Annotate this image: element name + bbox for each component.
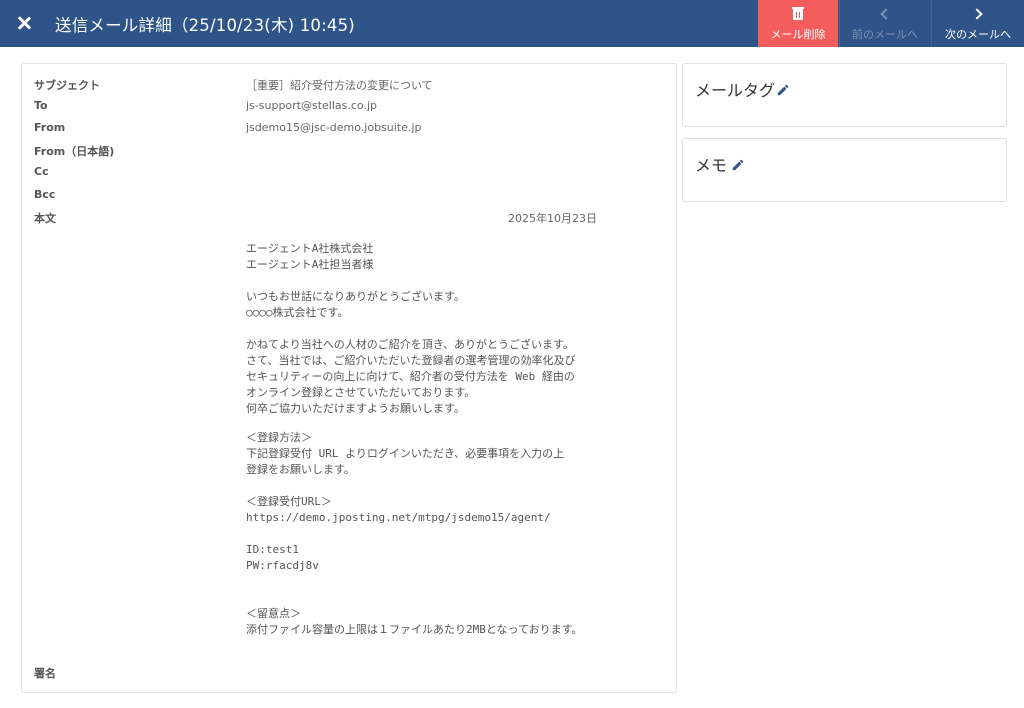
- page-title: 送信メール詳細（25/10/23(木) 10:45): [55, 16, 355, 35]
- mail-body-instructions: ＜登録方法＞ 下記登録受付 URL よりログインいただき、必要事項を入力の上 登…: [246, 431, 583, 636]
- chevron-left-icon: [880, 8, 892, 20]
- trash-icon: [792, 7, 804, 20]
- mail-tag-card: メールタグ: [682, 63, 1007, 127]
- subject-value: ［重要］紹介受付方法の変更について: [246, 79, 433, 92]
- mail-body-intro: エージェントA社株式会社 エージェントA社担当者様 いつもお世話になりありがとう…: [246, 242, 576, 415]
- from-jp-label: From（日本語): [34, 145, 115, 158]
- prev-mail-button[interactable]: 前のメールへ: [839, 0, 930, 47]
- bcc-label: Bcc: [34, 188, 56, 201]
- next-mail-label: 次のメールへ: [945, 28, 1011, 41]
- to-value: js-support@stellas.co.jp: [246, 99, 378, 112]
- memo-card: メモ: [682, 138, 1007, 202]
- mail-tag-title: メールタグ: [695, 81, 776, 100]
- close-icon[interactable]: [14, 13, 34, 33]
- delete-mail-label: メール削除: [770, 28, 826, 41]
- delete-mail-button[interactable]: メール削除: [758, 0, 838, 47]
- mail-date: 2025年10月23日: [508, 212, 597, 225]
- pencil-icon[interactable]: [731, 158, 745, 172]
- next-mail-button[interactable]: 次のメールへ: [931, 0, 1024, 47]
- body-label: 本文: [34, 212, 56, 225]
- subject-label: サブジェクト: [34, 79, 100, 92]
- to-label: To: [34, 99, 48, 112]
- cc-label: Cc: [34, 165, 49, 178]
- prev-mail-label: 前のメールへ: [852, 28, 918, 41]
- mail-detail-card: サブジェクト ［重要］紹介受付方法の変更について To js-support@s…: [21, 63, 677, 693]
- signature-label: 署名: [34, 667, 56, 680]
- chevron-right-icon: [971, 8, 983, 20]
- memo-title: メモ: [695, 156, 728, 175]
- pencil-icon[interactable]: [776, 83, 790, 97]
- from-value: jsdemo15@jsc-demo.jobsuite.jp: [246, 121, 422, 134]
- from-label: From: [34, 121, 66, 134]
- top-header-bar: 送信メール詳細（25/10/23(木) 10:45) メール削除 前のメールへ …: [0, 0, 1024, 47]
